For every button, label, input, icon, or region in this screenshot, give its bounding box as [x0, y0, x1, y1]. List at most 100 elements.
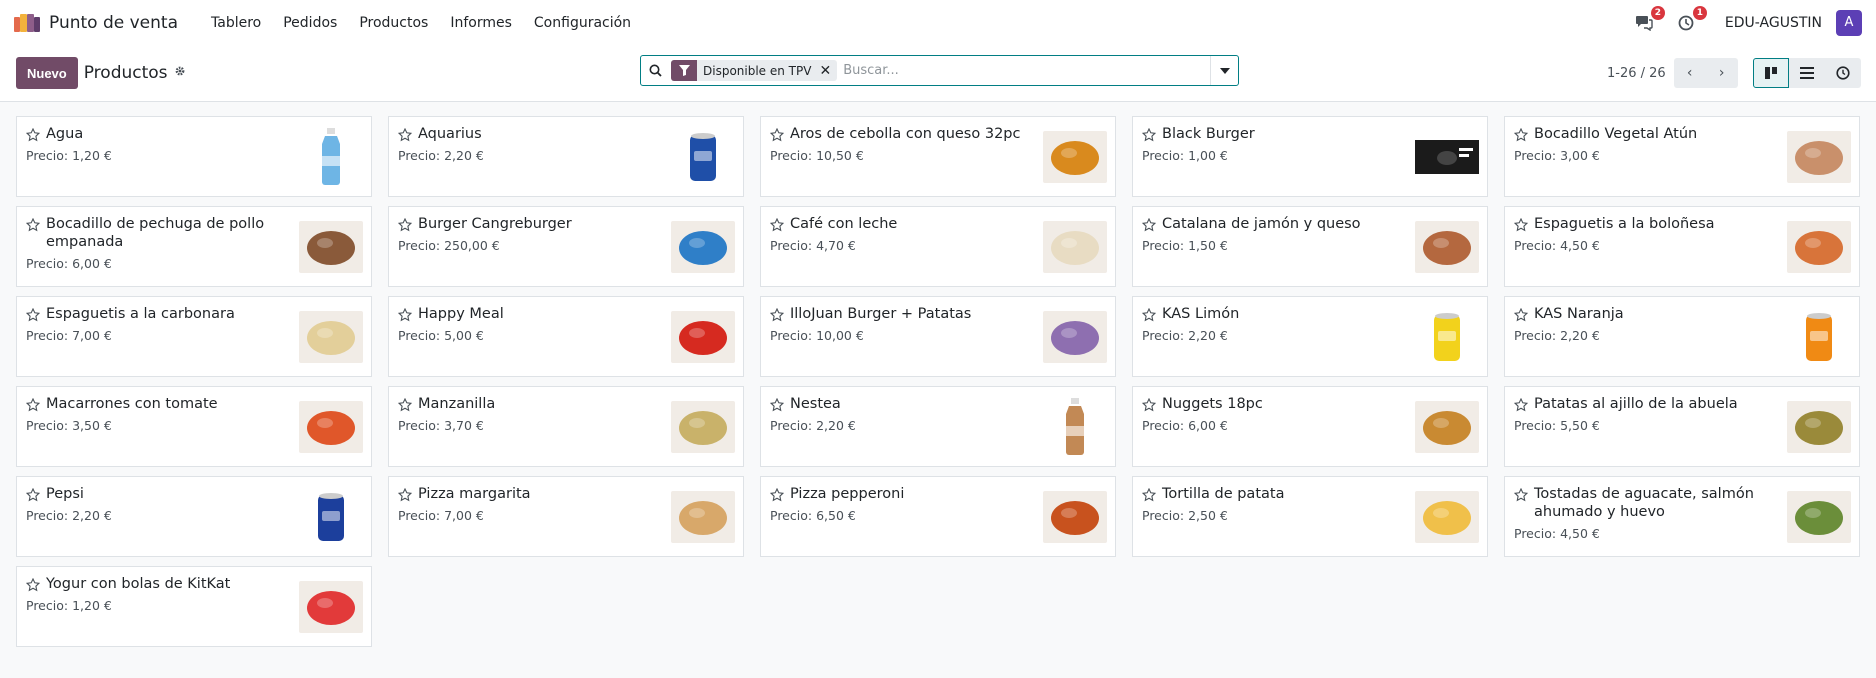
menu-item-tablero[interactable]: Tablero — [200, 15, 272, 31]
product-name: Pizza margarita — [418, 486, 531, 502]
price-label: Precio: — [1142, 238, 1185, 253]
messages-icon[interactable]: 2 — [1633, 5, 1665, 34]
price-label: Precio: — [26, 418, 69, 433]
star-icon[interactable] — [25, 487, 41, 502]
product-name: Espaguetis a la carbonara — [46, 306, 235, 322]
product-price: 1,00 € — [1188, 148, 1228, 163]
product-card[interactable]: Bocadillo de pechuga de pollo empanada Pr… — [16, 206, 372, 287]
star-icon[interactable] — [397, 127, 413, 142]
product-image — [1043, 215, 1107, 279]
product-name: Pepsi — [46, 486, 84, 502]
menu-item-pedidos[interactable]: Pedidos — [272, 15, 348, 31]
star-icon[interactable] — [1513, 307, 1529, 322]
product-card[interactable]: Bocadillo Vegetal Atún Precio: 3,00 € — [1504, 116, 1860, 197]
star-icon[interactable] — [769, 397, 785, 412]
star-icon[interactable] — [397, 307, 413, 322]
product-name: Aros de cebolla con queso 32pc — [790, 126, 1021, 142]
product-card[interactable]: Yogur con bolas de KitKat Precio: 1,20 € — [16, 566, 372, 647]
product-price: 2,20 € — [444, 148, 484, 163]
product-card[interactable]: Catalana de jamón y queso Precio: 1,50 € — [1132, 206, 1488, 287]
company-switcher[interactable]: EDU-AGUSTIN — [1725, 15, 1822, 31]
star-icon[interactable] — [1141, 397, 1157, 412]
chevron-right-icon[interactable]: › — [1705, 58, 1738, 88]
top-navbar: Punto de venta Tablero Pedidos Productos… — [0, 0, 1876, 45]
product-card[interactable]: Nestea Precio: 2,20 € — [760, 386, 1116, 467]
star-icon[interactable] — [769, 217, 785, 232]
menu-item-configuracion[interactable]: Configuración — [523, 15, 642, 31]
star-icon[interactable] — [397, 397, 413, 412]
menu-item-productos[interactable]: Productos — [348, 15, 439, 31]
star-icon[interactable] — [1141, 307, 1157, 322]
product-card[interactable]: Tostadas de aguacate, salmón ahumado y h… — [1504, 476, 1860, 557]
user-avatar[interactable]: A — [1836, 9, 1862, 36]
product-name: Agua — [46, 126, 84, 142]
product-card[interactable]: Agua Precio: 1,20 € — [16, 116, 372, 197]
gear-icon[interactable] — [174, 65, 186, 81]
product-price: 4,50 € — [1560, 526, 1600, 541]
star-icon[interactable] — [1513, 397, 1529, 412]
star-icon[interactable] — [769, 127, 785, 142]
price-label: Precio: — [398, 508, 441, 523]
control-panel: Nuevo Productos Disponible en TPV ✕ 1-26… — [0, 45, 1876, 102]
chevron-left-icon[interactable]: ‹ — [1673, 58, 1706, 88]
star-icon[interactable] — [1141, 127, 1157, 142]
star-icon[interactable] — [1513, 487, 1529, 502]
star-icon[interactable] — [25, 577, 41, 592]
product-card[interactable]: Black Burger Precio: 1,00 € — [1132, 116, 1488, 197]
product-image — [671, 125, 735, 189]
product-image — [671, 485, 735, 549]
price-label: Precio: — [26, 256, 69, 271]
product-card[interactable]: Aquarius Precio: 2,20 € — [388, 116, 744, 197]
product-card[interactable]: Espaguetis a la carbonara Precio: 7,00 € — [16, 296, 372, 377]
product-card[interactable]: Burger Cangreburger Precio: 250,00 € — [388, 206, 744, 287]
product-name: Nestea — [790, 396, 841, 412]
search-input[interactable] — [837, 63, 1210, 78]
star-icon[interactable] — [1141, 487, 1157, 502]
star-icon[interactable] — [25, 307, 41, 322]
view-switcher — [1753, 58, 1861, 88]
product-price: 7,00 € — [444, 508, 484, 523]
product-card[interactable]: Café con leche Precio: 4,70 € — [760, 206, 1116, 287]
star-icon[interactable] — [25, 127, 41, 142]
product-card[interactable]: Happy Meal Precio: 5,00 € — [388, 296, 744, 377]
product-name: Manzanilla — [418, 396, 496, 412]
product-card[interactable]: Patatas al ajillo de la abuela Precio: 5,5… — [1504, 386, 1860, 467]
star-icon[interactable] — [1513, 217, 1529, 232]
product-card[interactable]: Pizza pepperoni Precio: 6,50 € — [760, 476, 1116, 557]
activity-view-icon[interactable] — [1825, 58, 1861, 88]
activities-clock-icon[interactable]: 1 — [1675, 5, 1707, 34]
product-card[interactable]: IlloJuan Burger + Patatas Precio: 10,00 € — [760, 296, 1116, 377]
pager-value[interactable]: 1-26 / 26 — [1607, 66, 1666, 81]
list-view-icon[interactable] — [1789, 58, 1825, 88]
product-card[interactable]: Nuggets 18pc Precio: 6,00 € — [1132, 386, 1488, 467]
pos-app-icon[interactable] — [14, 13, 40, 32]
price-label: Precio: — [398, 328, 441, 343]
product-card[interactable]: Pizza margarita Precio: 7,00 € — [388, 476, 744, 557]
star-icon[interactable] — [769, 307, 785, 322]
close-icon[interactable]: ✕ — [817, 60, 838, 81]
product-card[interactable]: Manzanilla Precio: 3,70 € — [388, 386, 744, 467]
caret-down-icon[interactable] — [1210, 56, 1238, 85]
product-card[interactable]: KAS Limón Precio: 2,20 € — [1132, 296, 1488, 377]
product-card[interactable]: Aros de cebolla con queso 32pc Precio: 10,… — [760, 116, 1116, 197]
product-card[interactable]: Macarrones con tomate Precio: 3,50 € — [16, 386, 372, 467]
star-icon[interactable] — [769, 487, 785, 502]
star-icon[interactable] — [25, 217, 41, 232]
kanban-view-icon[interactable] — [1753, 58, 1789, 88]
product-card[interactable]: KAS Naranja Precio: 2,20 € — [1504, 296, 1860, 377]
menu-item-informes[interactable]: Informes — [439, 15, 523, 31]
product-name: Patatas al ajillo de la abuela — [1534, 396, 1738, 412]
star-icon[interactable] — [397, 217, 413, 232]
star-icon[interactable] — [1513, 127, 1529, 142]
price-label: Precio: — [770, 238, 813, 253]
app-name[interactable]: Punto de venta — [49, 13, 178, 33]
new-button[interactable]: Nuevo — [16, 57, 78, 89]
star-icon[interactable] — [1141, 217, 1157, 232]
product-card[interactable]: Espaguetis a la boloñesa Precio: 4,50 € — [1504, 206, 1860, 287]
star-icon[interactable] — [397, 487, 413, 502]
product-price: 1,20 € — [72, 148, 112, 163]
star-icon[interactable] — [25, 397, 41, 412]
product-card[interactable]: Pepsi Precio: 2,20 € — [16, 476, 372, 557]
product-card[interactable]: Tortilla de patata Precio: 2,50 € — [1132, 476, 1488, 557]
price-label: Precio: — [1142, 328, 1185, 343]
